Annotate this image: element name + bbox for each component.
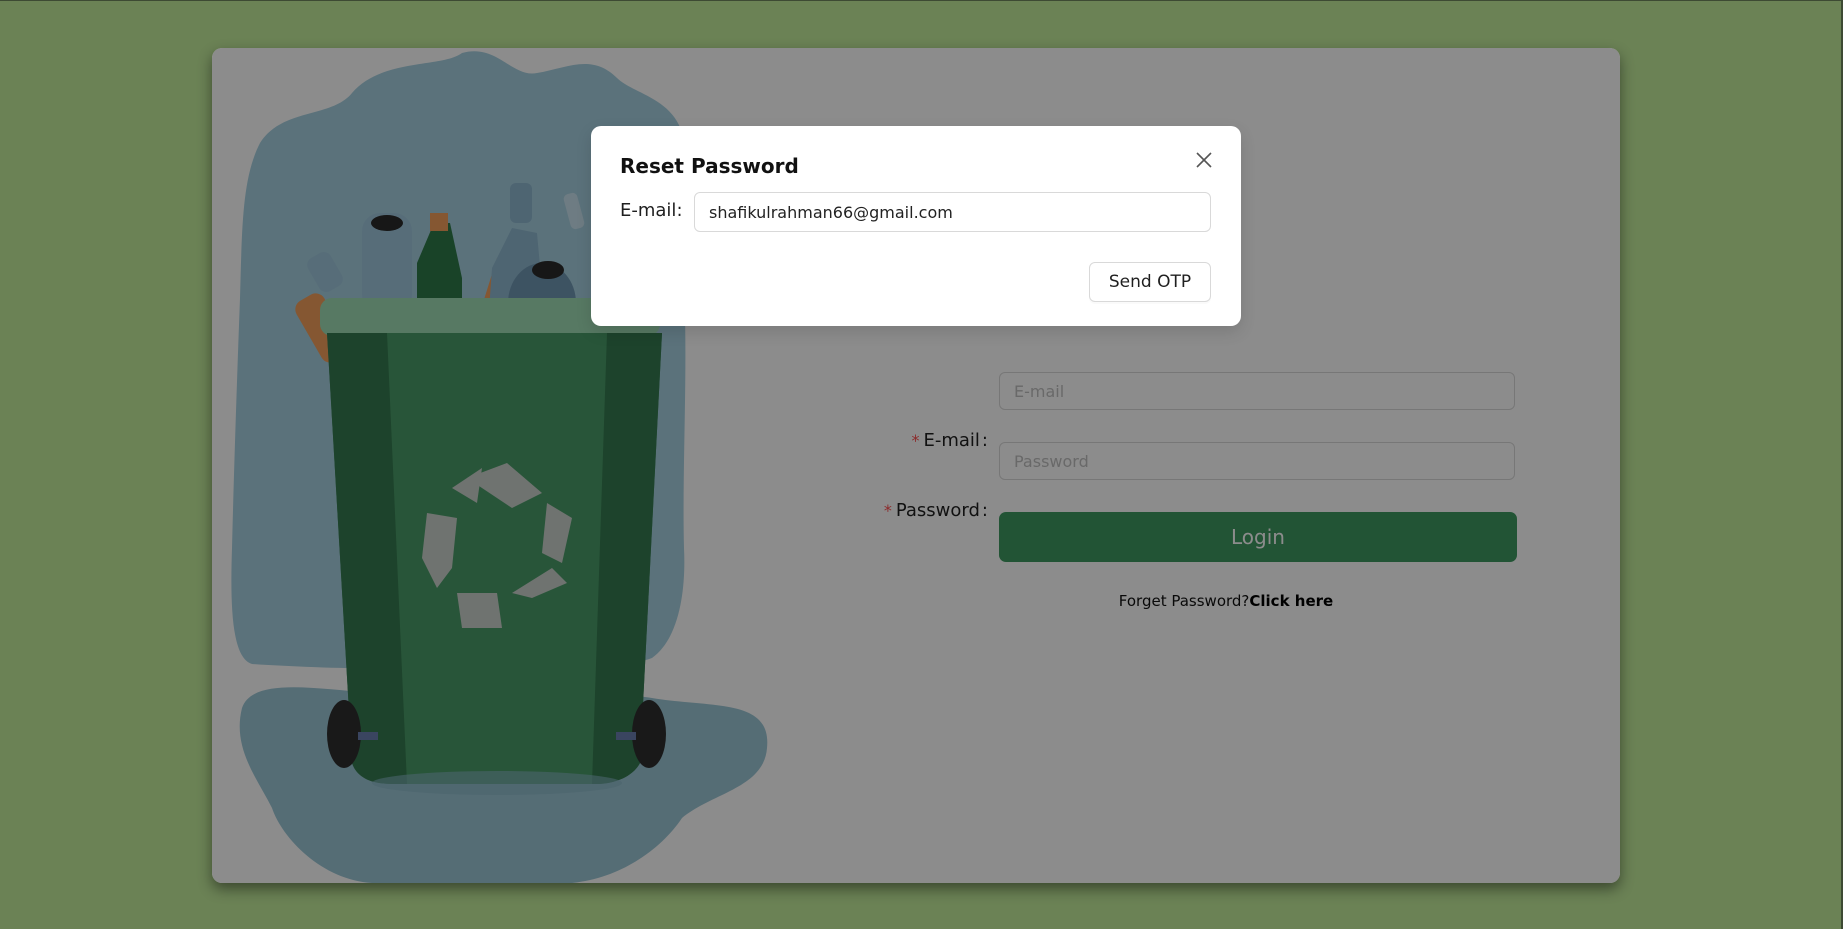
close-icon[interactable] — [1192, 148, 1216, 172]
modal-title: Reset Password — [620, 154, 799, 178]
modal-email-label: E-mail: — [620, 200, 683, 221]
reset-email-input[interactable] — [694, 192, 1211, 232]
modal-overlay: Reset Password E-mail: Send OTP — [0, 1, 1843, 929]
reset-password-modal: Reset Password E-mail: Send OTP — [591, 126, 1241, 326]
modal-email-label-text: E-mail — [620, 200, 677, 221]
send-otp-button[interactable]: Send OTP — [1089, 262, 1211, 302]
modal-email-label-colon: : — [676, 200, 683, 221]
